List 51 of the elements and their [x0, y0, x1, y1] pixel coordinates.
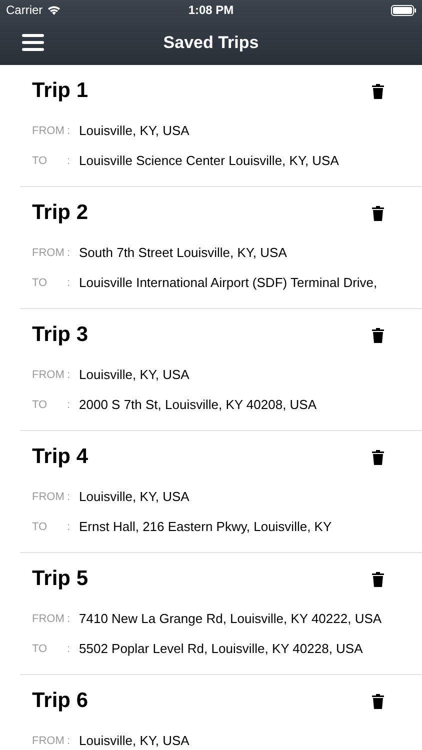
field-label: FROM — [32, 612, 66, 627]
field-label: FROM — [32, 490, 66, 505]
trip-title: Trip 6 — [32, 688, 88, 714]
address-value: Ernst Hall, 216 Eastern Pkwy, Louisville, KY — [79, 518, 332, 536]
address-value: Louisville International Airport (SDF) Terminal Drive, — [79, 274, 378, 292]
colon-separator: : — [67, 734, 72, 749]
colon-separator: : — [67, 246, 72, 261]
address-value: Louisville, KY, USA — [79, 122, 190, 140]
colon-separator: : — [67, 124, 72, 139]
trash-icon[interactable] — [372, 328, 384, 342]
colon-separator: : — [67, 520, 72, 535]
address-value: Louisville Science Center Louisville, KY, USA — [79, 152, 339, 170]
menu-button[interactable] — [22, 34, 44, 51]
address-value: Louisville, KY, USA — [79, 732, 190, 750]
colon-separator: : — [67, 612, 72, 627]
colon-separator: : — [67, 154, 72, 169]
colon-separator: : — [67, 398, 72, 413]
colon-separator: : — [67, 642, 72, 657]
address-value: 2000 S 7th St, Louisville, KY 40208, USA — [79, 396, 317, 414]
wifi-icon — [46, 5, 61, 15]
trash-icon[interactable] — [372, 206, 384, 220]
field-label: FROM — [32, 124, 66, 139]
trash-icon[interactable] — [372, 694, 384, 708]
trash-icon[interactable] — [372, 84, 384, 98]
status-time: 1:08 PM — [188, 2, 234, 19]
colon-separator: : — [67, 368, 72, 383]
trip-title: Trip 5 — [32, 566, 88, 592]
trip-title: Trip 1 — [32, 78, 88, 104]
field-label: TO — [32, 276, 48, 291]
field-label: FROM — [32, 246, 66, 261]
trash-icon[interactable] — [372, 572, 384, 586]
battery-icon — [390, 4, 416, 16]
colon-separator: : — [67, 490, 72, 505]
trash-icon[interactable] — [372, 450, 384, 464]
colon-separator: : — [67, 276, 72, 291]
trip-title: Trip 3 — [32, 322, 88, 348]
field-label: TO — [32, 642, 48, 657]
field-label: TO — [32, 520, 48, 535]
trip-title: Trip 2 — [32, 200, 88, 226]
address-value: 5502 Poplar Level Rd, Louisville, KY 40228, USA — [79, 640, 363, 658]
field-label: TO — [32, 398, 48, 413]
address-value: Louisville, KY, USA — [79, 366, 190, 384]
field-label: TO — [32, 154, 48, 169]
trip-title: Trip 4 — [32, 444, 88, 470]
field-label: FROM — [32, 368, 66, 383]
address-value: 7410 New La Grange Rd, Louisville, KY 40222, USA — [79, 610, 382, 628]
address-value: Louisville, KY, USA — [79, 488, 190, 506]
nav-title: Saved Trips — [163, 32, 259, 54]
address-value: South 7th Street Louisville, KY, USA — [79, 244, 287, 262]
carrier-label: Carrier — [6, 2, 43, 19]
field-label: FROM — [32, 734, 66, 749]
